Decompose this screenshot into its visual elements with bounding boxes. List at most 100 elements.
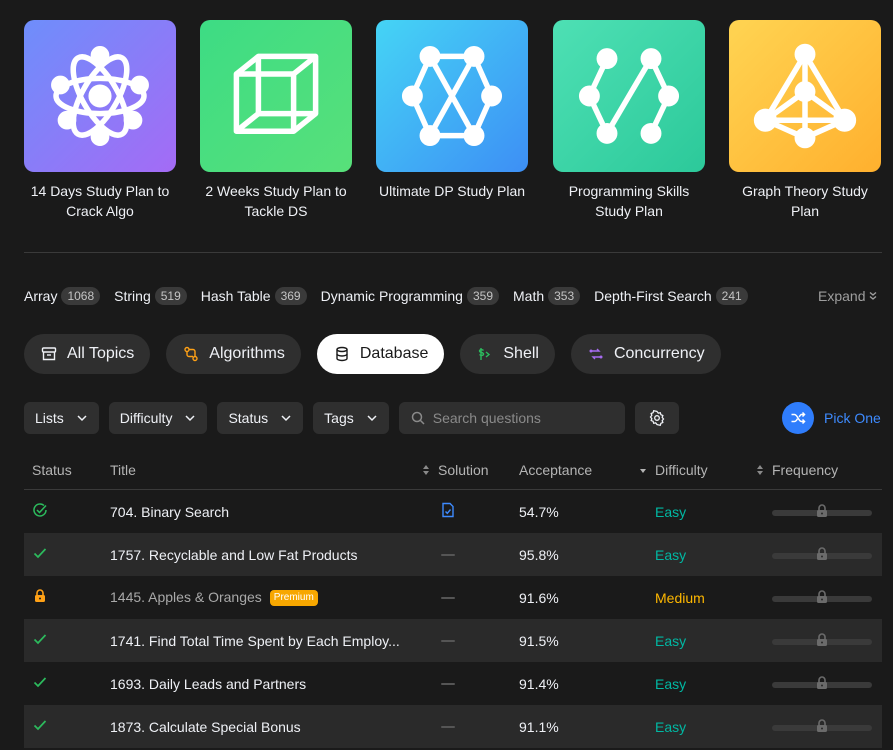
shell-icon: [476, 345, 494, 363]
atom-icon: [24, 20, 176, 172]
study-plan-card[interactable]: 14 Days Study Plan to Crack Algo: [24, 20, 176, 221]
solution-cell: [438, 639, 519, 642]
difficulty-cell: Easy: [655, 718, 687, 735]
difficulty-cell: Easy: [655, 632, 687, 649]
database-icon: [333, 345, 351, 363]
tag-dynamic-programming[interactable]: Dynamic Programming 359: [321, 287, 499, 305]
category-algorithms[interactable]: Algorithms: [166, 334, 301, 374]
table-header: Status Title Solution Acceptance Difficu…: [24, 450, 882, 490]
expand-tags-button[interactable]: Expand: [818, 288, 878, 304]
filter-label: Status: [228, 410, 269, 426]
filter-bar: Lists Difficulty Status Tags Search ques…: [24, 402, 679, 434]
chevron-down-icon: [77, 415, 87, 422]
status-cell: [24, 588, 110, 607]
solution-cell: [438, 596, 519, 599]
tag-hash-table[interactable]: Hash Table 369: [201, 287, 307, 305]
triangle-graph-icon: [729, 20, 881, 172]
frequency-bar: [772, 717, 872, 737]
frequency-cell: [772, 502, 882, 522]
acceptance-cell: 91.6%: [519, 589, 559, 606]
study-plan-label: Ultimate DP Study Plan: [378, 183, 526, 199]
filter-difficulty[interactable]: Difficulty: [108, 402, 208, 434]
filter-status[interactable]: Status: [217, 402, 304, 434]
tag-count: 359: [466, 287, 499, 305]
tag-string[interactable]: String 519: [114, 287, 187, 305]
header-label: Solution: [438, 461, 489, 478]
tag-array[interactable]: Array 1068: [24, 287, 101, 305]
title-cell[interactable]: 704. Binary Search: [110, 504, 438, 520]
study-plan-card[interactable]: Ultimate DP Study Plan: [376, 20, 528, 201]
solution-doc-icon[interactable]: [441, 502, 455, 518]
frequency-cell: [772, 545, 882, 565]
dp-graph-icon: [376, 20, 528, 172]
title-cell[interactable]: 1445. Apples & Oranges Premium: [110, 589, 438, 607]
problem-title-link[interactable]: 1741. Find Total Time Spent by Each Empl…: [110, 633, 400, 649]
archive-icon: [40, 345, 58, 363]
problem-title-link[interactable]: 1873. Calculate Special Bonus: [110, 719, 301, 735]
tag-name: Array: [24, 288, 58, 304]
header-acceptance[interactable]: Acceptance: [519, 462, 655, 478]
tag-name: Dynamic Programming: [320, 288, 463, 304]
study-plan-card[interactable]: 2 Weeks Study Plan to Tackle DS: [200, 20, 352, 221]
acceptance-cell: 95.8%: [519, 546, 559, 563]
header-title[interactable]: Title: [110, 462, 438, 478]
check-icon: [32, 631, 48, 647]
check-icon: [32, 717, 48, 733]
study-plan-label: 2 Weeks Study Plan to Tackle DS: [205, 183, 347, 219]
title-cell[interactable]: 1873. Calculate Special Bonus: [110, 719, 438, 735]
table-row[interactable]: 1445. Apples & Oranges Premium 91.6% Medium: [24, 576, 882, 619]
no-solution-dash: [441, 682, 455, 685]
gear-icon: [649, 410, 665, 426]
table-row[interactable]: 1757. Recyclable and Low Fat Products 95.…: [24, 533, 882, 576]
title-cell[interactable]: 1757. Recyclable and Low Fat Products: [110, 547, 438, 563]
header-label: Difficulty: [655, 461, 708, 478]
tag-count: 369: [274, 287, 307, 305]
filter-label: Difficulty: [119, 410, 173, 426]
table-row[interactable]: 1873. Calculate Special Bonus 91.1% Easy: [24, 705, 882, 748]
search-input[interactable]: Search questions: [398, 402, 625, 434]
category-shell[interactable]: Shell: [460, 334, 555, 374]
title-cell[interactable]: 1741. Find Total Time Spent by Each Empl…: [110, 633, 438, 649]
tag-depth-first-search[interactable]: Depth-First Search 241: [594, 287, 748, 305]
difficulty-cell: Medium: [655, 589, 705, 606]
category-database[interactable]: Database: [316, 334, 445, 374]
problem-title-link[interactable]: 1445. Apples & Oranges: [110, 589, 262, 605]
search-icon: [411, 411, 425, 425]
shuffle-icon: [782, 402, 814, 434]
table-row[interactable]: 1693. Daily Leads and Partners 91.4% Easy: [24, 662, 882, 705]
acceptance-cell: 54.7%: [519, 503, 559, 520]
header-difficulty[interactable]: Difficulty: [655, 462, 772, 478]
problem-title-link[interactable]: 1693. Daily Leads and Partners: [110, 676, 306, 692]
tag-name: Depth-First Search: [594, 288, 712, 304]
study-plan-card[interactable]: Programming Skills Study Plan: [553, 20, 705, 221]
problem-title-link[interactable]: 1757. Recyclable and Low Fat Products: [110, 547, 357, 563]
lock-icon: [814, 546, 830, 565]
filter-tags[interactable]: Tags: [313, 402, 389, 434]
table-row[interactable]: 1741. Find Total Time Spent by Each Empl…: [24, 619, 882, 662]
acceptance-cell: 91.4%: [519, 675, 559, 692]
pick-one-button[interactable]: Pick One: [782, 402, 881, 434]
filter-lists[interactable]: Lists: [24, 402, 99, 434]
lock-icon: [814, 503, 830, 522]
topic-tags: Array 1068 String 519 Hash Table 369 Dynami…: [24, 285, 762, 307]
difficulty-cell: Easy: [655, 675, 687, 692]
category-concurrency[interactable]: Concurrency: [570, 334, 721, 374]
double-chevron-down-icon: [870, 291, 877, 300]
header-label: Frequency: [772, 461, 839, 478]
study-plan-card[interactable]: Graph Theory Study Plan: [729, 20, 881, 221]
sort-desc-icon: [640, 468, 646, 473]
no-solution-dash: [441, 553, 455, 556]
table-row[interactable]: 704. Binary Search 54.7% Easy: [24, 490, 882, 533]
problem-table: Status Title Solution Acceptance Difficu…: [24, 450, 882, 748]
problem-title-link[interactable]: 704. Binary Search: [110, 504, 229, 520]
check-icon: [32, 674, 48, 690]
frequency-bar: [772, 631, 872, 651]
chevron-down-icon: [367, 415, 377, 422]
no-solution-dash: [441, 639, 455, 642]
solution-cell[interactable]: [438, 502, 519, 521]
category-all-topics[interactable]: All Topics: [24, 334, 151, 374]
tag-math[interactable]: Math 353: [513, 287, 581, 305]
title-cell[interactable]: 1693. Daily Leads and Partners: [110, 676, 438, 692]
acceptance-cell: 91.1%: [519, 718, 559, 735]
settings-button[interactable]: [634, 402, 679, 434]
